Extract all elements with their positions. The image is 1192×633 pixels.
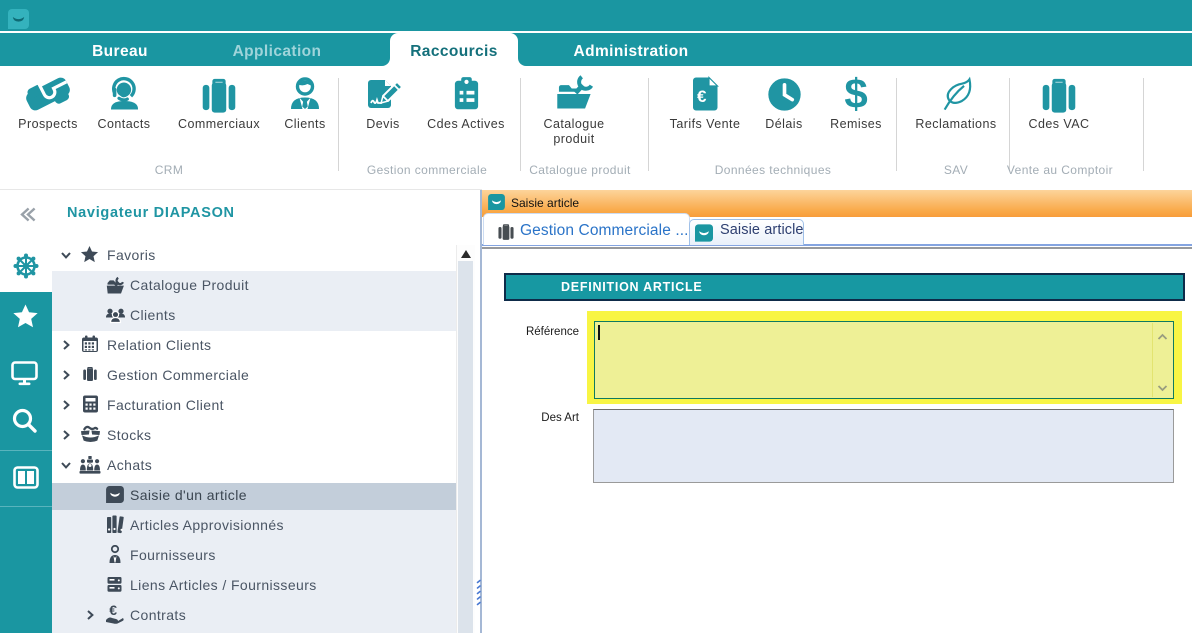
svg-text:€: € — [109, 603, 117, 618]
svg-text:€: € — [697, 87, 707, 106]
